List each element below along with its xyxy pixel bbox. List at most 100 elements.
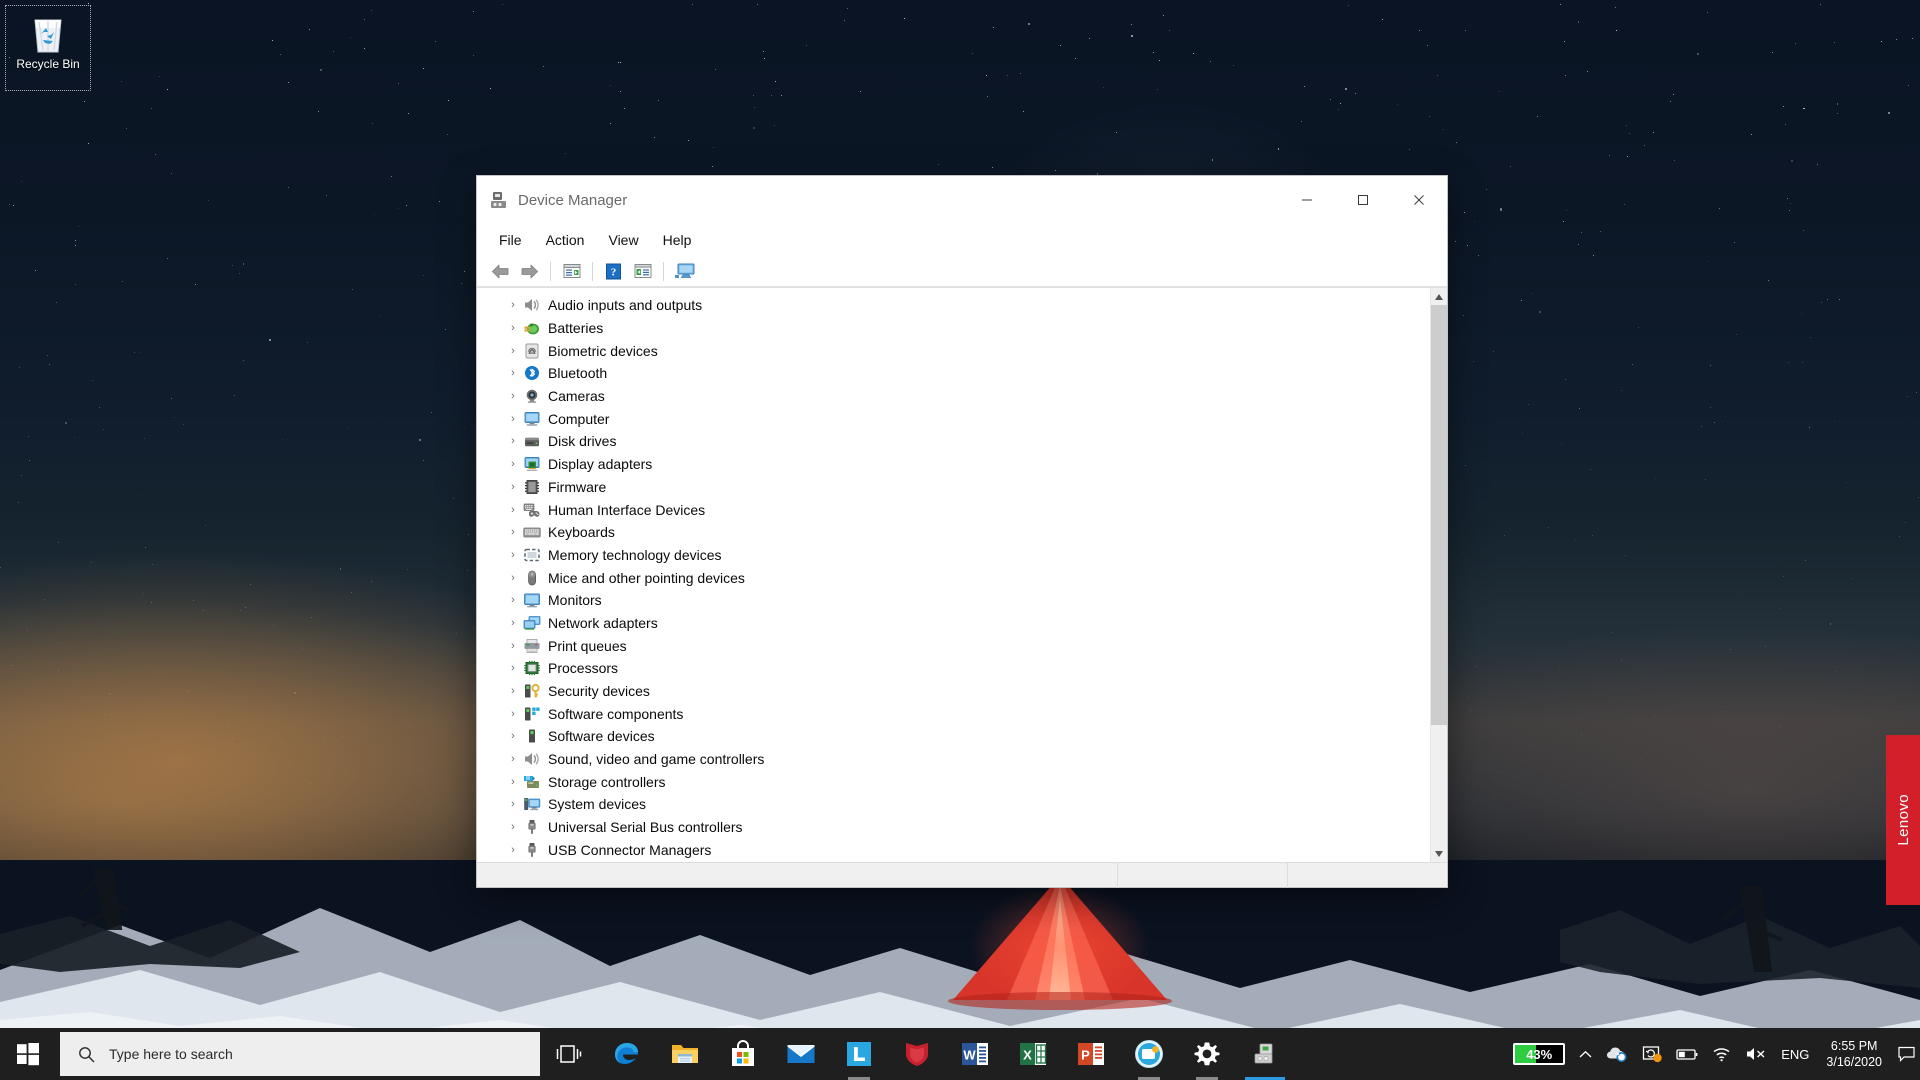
scroll-up-button[interactable] — [1431, 288, 1447, 305]
device-tree-row[interactable]: › Firmware — [477, 476, 1430, 499]
menu-view[interactable]: View — [598, 228, 648, 252]
menu-help[interactable]: Help — [653, 228, 702, 252]
expand-chevron-icon[interactable]: › — [505, 796, 521, 812]
taskbar-mail-button[interactable] — [772, 1028, 830, 1080]
expand-chevron-icon[interactable]: › — [505, 615, 521, 631]
device-tree-row[interactable]: › USB Connector Managers — [477, 839, 1430, 862]
device-tree-row[interactable]: › System devices — [477, 793, 1430, 816]
expand-chevron-icon[interactable]: › — [505, 365, 521, 381]
tree-scrollbar[interactable] — [1430, 288, 1447, 862]
device-tree-row[interactable]: › Human Interface Devices — [477, 498, 1430, 521]
taskbar-clock[interactable]: 6:55 PM 3/16/2020 — [1816, 1028, 1892, 1080]
lenovo-side-tab[interactable]: Lenovo — [1886, 735, 1920, 905]
expand-chevron-icon[interactable]: › — [505, 547, 521, 563]
taskbar-search-box[interactable]: Type here to search — [60, 1032, 540, 1076]
device-tree-row[interactable]: › Display adapters — [477, 453, 1430, 476]
device-tree-row[interactable]: › Memory technology devices — [477, 544, 1430, 567]
tray-display-notification-button[interactable] — [1635, 1028, 1669, 1080]
taskbar-snip-sketch-button[interactable] — [1120, 1028, 1178, 1080]
expand-chevron-icon[interactable]: › — [505, 456, 521, 472]
expand-chevron-icon[interactable]: › — [505, 524, 521, 540]
properties-button[interactable] — [558, 259, 585, 284]
tray-volume-button[interactable] — [1738, 1028, 1774, 1080]
taskbar-mcafee-button[interactable] — [888, 1028, 946, 1080]
expand-chevron-icon[interactable]: › — [505, 728, 521, 744]
expand-chevron-icon[interactable]: › — [505, 411, 521, 427]
taskbar-lenovo-vantage-button[interactable] — [830, 1028, 888, 1080]
device-tree-row[interactable]: › Monitors — [477, 589, 1430, 612]
device-tree-row[interactable]: › Audio inputs and outputs — [477, 294, 1430, 317]
device-tree-row[interactable]: › Software components — [477, 702, 1430, 725]
back-button[interactable] — [487, 259, 514, 284]
taskbar-edge-button[interactable] — [598, 1028, 656, 1080]
expand-chevron-icon[interactable]: › — [505, 706, 521, 722]
minimize-button[interactable] — [1279, 176, 1335, 224]
device-tree-row[interactable]: › Mice and other pointing devices — [477, 566, 1430, 589]
maximize-button[interactable] — [1335, 176, 1391, 224]
expand-chevron-icon[interactable]: › — [505, 343, 521, 359]
device-tree-label: Monitors — [548, 592, 602, 609]
close-button[interactable] — [1391, 176, 1447, 224]
show-hide-console-tree-button[interactable] — [629, 259, 656, 284]
device-tree-row[interactable]: › Sound, video and game controllers — [477, 748, 1430, 771]
tray-battery-button[interactable] — [1669, 1028, 1705, 1080]
tray-onedrive-button[interactable] — [1599, 1028, 1635, 1080]
device-tree-row[interactable]: › Bluetooth — [477, 362, 1430, 385]
desktop-icon-recycle-bin[interactable]: Recycle Bin — [5, 5, 91, 91]
expand-chevron-icon[interactable]: › — [505, 320, 521, 336]
forward-button[interactable] — [516, 259, 543, 284]
expand-chevron-icon[interactable]: › — [505, 683, 521, 699]
show-hidden-icons-button[interactable] — [1572, 1028, 1599, 1080]
taskbar-settings-button[interactable] — [1178, 1028, 1236, 1080]
device-tree-row[interactable]: › Security devices — [477, 680, 1430, 703]
device-tree-row[interactable]: › Print queues — [477, 634, 1430, 657]
action-center-button[interactable] — [1892, 1028, 1920, 1080]
device-tree-row[interactable]: › Batteries — [477, 317, 1430, 340]
device-tree-row[interactable]: › Universal Serial Bus controllers — [477, 816, 1430, 839]
help-button[interactable]: ? — [600, 259, 627, 284]
tray-language-indicator[interactable]: ENG — [1774, 1028, 1816, 1080]
taskbar-file-explorer-button[interactable] — [656, 1028, 714, 1080]
scrollbar-track[interactable] — [1431, 305, 1447, 845]
start-button[interactable] — [0, 1028, 56, 1080]
menu-action[interactable]: Action — [536, 228, 595, 252]
taskbar-device-manager-button[interactable] — [1236, 1028, 1294, 1080]
scroll-down-button[interactable] — [1431, 845, 1447, 862]
expand-chevron-icon[interactable]: › — [505, 842, 521, 858]
menu-file[interactable]: File — [489, 228, 532, 252]
device-tree-row[interactable]: › Software devices — [477, 725, 1430, 748]
taskbar-word-button[interactable]: W — [946, 1028, 1004, 1080]
device-tree-row[interactable]: › Storage controllers — [477, 770, 1430, 793]
expand-chevron-icon[interactable]: › — [505, 774, 521, 790]
battery-percentage-badge[interactable]: 43% — [1506, 1028, 1572, 1080]
device-tree-row[interactable]: › Cameras — [477, 385, 1430, 408]
scrollbar-thumb[interactable] — [1431, 305, 1447, 725]
tray-wifi-button[interactable] — [1705, 1028, 1738, 1080]
device-tree-row[interactable]: › Computer — [477, 407, 1430, 430]
device-tree-row[interactable]: › Disk drives — [477, 430, 1430, 453]
taskbar-microsoft-store-button[interactable] — [714, 1028, 772, 1080]
expand-chevron-icon[interactable]: › — [505, 570, 521, 586]
expand-chevron-icon[interactable]: › — [505, 819, 521, 835]
taskbar-excel-button[interactable]: X — [1004, 1028, 1062, 1080]
device-tree[interactable]: › Audio inputs and outputs › Batteries › Biom… — [477, 288, 1430, 862]
expand-chevron-icon[interactable]: › — [505, 433, 521, 449]
window-titlebar[interactable]: Device Manager — [477, 176, 1447, 224]
expand-chevron-icon[interactable]: › — [505, 502, 521, 518]
svg-text:X: X — [1023, 1047, 1032, 1062]
device-tree-label: Print queues — [548, 637, 627, 654]
expand-chevron-icon[interactable]: › — [505, 592, 521, 608]
device-tree-row[interactable]: › Biometric devices — [477, 339, 1430, 362]
expand-chevron-icon[interactable]: › — [505, 638, 521, 654]
scan-hardware-changes-button[interactable] — [671, 259, 698, 284]
expand-chevron-icon[interactable]: › — [505, 388, 521, 404]
taskbar-powerpoint-button[interactable]: P — [1062, 1028, 1120, 1080]
device-tree-row[interactable]: › Keyboards — [477, 521, 1430, 544]
expand-chevron-icon[interactable]: › — [505, 479, 521, 495]
expand-chevron-icon[interactable]: › — [505, 660, 521, 676]
expand-chevron-icon[interactable]: › — [505, 297, 521, 313]
device-tree-row[interactable]: › Processors — [477, 657, 1430, 680]
expand-chevron-icon[interactable]: › — [505, 751, 521, 767]
device-tree-row[interactable]: › Network adapters — [477, 612, 1430, 635]
taskbar-task-view-button[interactable] — [540, 1028, 598, 1080]
